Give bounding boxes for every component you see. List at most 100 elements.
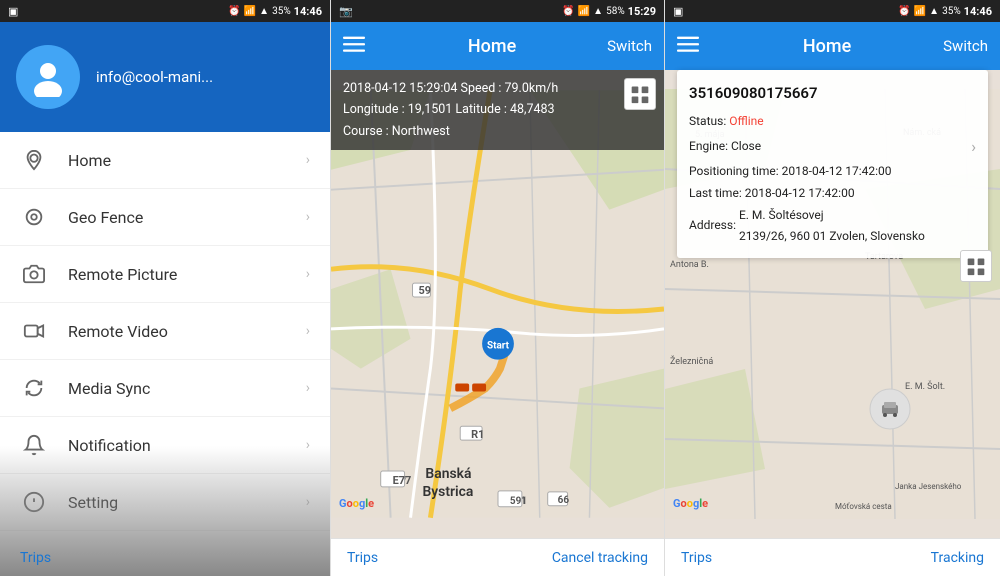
sidebar-item-setting[interactable]: Setting › (0, 474, 330, 531)
device-id: 351609080175667 (689, 80, 976, 107)
navigation-panel: ▣ ⏰ 📶 ▲ 35% 14:46 info@cool-mani... (0, 0, 330, 576)
trips-link-panel2[interactable]: Trips (347, 550, 378, 566)
chevron-right-icon4: › (306, 323, 310, 339)
bell-icon (20, 431, 48, 459)
geo-fence-icon (20, 203, 48, 231)
header-title-panel3: Home (711, 36, 943, 57)
sidebar-item-geo-fence-label: Geo Fence (68, 208, 306, 227)
svg-text:59: 59 (418, 284, 431, 297)
wifi-icon: 📶 (244, 6, 256, 17)
android-icon3: ▣ (673, 5, 683, 18)
svg-text:66: 66 (558, 495, 570, 506)
address-label: Address: (689, 215, 736, 237)
chevron-right-icon6: › (306, 437, 310, 453)
sidebar-item-remote-picture[interactable]: Remote Picture › (0, 246, 330, 303)
tracking-button[interactable]: Tracking (931, 550, 984, 566)
positioning-time-value: 2018-04-12 17:42:00 (782, 161, 892, 183)
map-panel-1: 📷 ⏰ 📶 ▲ 58% 15:29 Home Switch 2018-04-12… (330, 0, 665, 576)
map-layer-button[interactable] (624, 78, 656, 110)
sidebar-item-remote-video[interactable]: Remote Video › (0, 303, 330, 360)
svg-text:E. M. Šolt.: E. M. Šolt. (905, 380, 945, 392)
device-info-card: 351609080175667 Status: Offline Engine: … (677, 70, 988, 258)
switch-button-panel3[interactable]: Switch (943, 37, 988, 55)
battery3: 35% (942, 6, 961, 17)
alarm-icon3: ⏰ (898, 6, 910, 17)
profile-email: info@cool-mani... (96, 68, 213, 86)
sidebar-item-geo-fence[interactable]: Geo Fence › (0, 189, 330, 246)
trips-link-panel3[interactable]: Trips (681, 550, 712, 566)
map-layer-button-panel3[interactable] (960, 250, 992, 282)
battery2: 58% (606, 6, 625, 17)
profile-area: info@cool-mani... (0, 22, 330, 132)
location-icon (20, 146, 48, 174)
sb3-icons: ⏰ 📶 ▲ 35% 14:46 (898, 5, 992, 18)
address-value: E. M. Šoltésovej 2139/26, 960 01 Zvolen,… (739, 205, 925, 248)
status-value: Offline (729, 111, 763, 133)
camera-icon (20, 260, 48, 288)
switch-button-panel2[interactable]: Switch (607, 37, 652, 55)
header-title-panel2: Home (377, 36, 607, 57)
sidebar-item-media-sync-label: Media Sync (68, 379, 306, 398)
sync-icon (20, 374, 48, 402)
google-watermark-panel2: Google (339, 497, 374, 510)
chevron-right-icon2: › (306, 209, 310, 225)
chevron-right-icon7: › (306, 494, 310, 510)
sb2-left: 📷 (339, 5, 353, 18)
sidebar-item-remote-picture-label: Remote Picture (68, 265, 306, 284)
battery-text: 35% (272, 6, 291, 17)
svg-text:Start: Start (487, 341, 510, 352)
sidebar-item-setting-label: Setting (68, 493, 306, 512)
chevron-right-icon: › (306, 152, 310, 168)
info-circle-icon (20, 488, 48, 516)
app-header-panel3: Home Switch (665, 22, 1000, 70)
sidebar-item-notification[interactable]: Notification › (0, 417, 330, 474)
sidebar-item-media-sync[interactable]: Media Sync › (0, 360, 330, 417)
status-bar-left: ▣ (8, 5, 18, 18)
time-panel3: 14:46 (964, 5, 992, 18)
sb2-icons: ⏰ 📶 ▲ 58% 15:29 (562, 5, 656, 18)
signal-icon3: ▲ (929, 6, 939, 17)
last-time-value: 2018-04-12 17:42:00 (745, 183, 855, 205)
positioning-time-label: Positioning time: (689, 161, 779, 183)
wifi-icon2: 📶 (578, 6, 590, 17)
svg-text:Antona B.: Antona B. (670, 260, 709, 270)
chevron-right-icon3: › (306, 266, 310, 282)
last-time-label: Last time: (689, 183, 742, 205)
svg-text:E77: E77 (393, 474, 412, 487)
cancel-tracking-button[interactable]: Cancel tracking (552, 550, 648, 566)
menu-icon-panel2[interactable] (343, 33, 365, 59)
user-icon (28, 57, 68, 97)
status-row: Status: Offline (689, 111, 976, 133)
map-panel-3: ▣ ⏰ 📶 ▲ 35% 14:46 Home Switch 3516090801… (665, 0, 1000, 576)
signal-icon2: ▲ (593, 6, 603, 17)
alarm-icon: ⏰ (228, 6, 240, 17)
trip-info-line3: Course : Northwest (343, 121, 652, 142)
android-icon: ▣ (8, 5, 18, 18)
wifi-icon3: 📶 (914, 6, 926, 17)
status-label: Status: (689, 111, 726, 133)
status-icons: ⏰ 📶 ▲ 35% 14:46 (228, 5, 322, 18)
engine-row[interactable]: Engine: Close › (689, 133, 976, 162)
trip-info-line2: Longitude : 19,1501 Latitude : 48,7483 (343, 99, 652, 120)
avatar (16, 45, 80, 109)
app-header-panel2: Home Switch (331, 22, 664, 70)
engine-chevron-icon: › (971, 133, 976, 162)
map-footer-panel2: Trips Cancel tracking (331, 538, 664, 576)
svg-text:Bystrica: Bystrica (422, 484, 473, 500)
sidebar-item-remote-video-label: Remote Video (68, 322, 306, 341)
svg-text:Banská: Banská (425, 466, 471, 482)
status-bar-panel3: ▣ ⏰ 📶 ▲ 35% 14:46 (665, 0, 1000, 22)
sidebar-item-home[interactable]: Home › (0, 132, 330, 189)
menu-icon-panel3[interactable] (677, 33, 699, 59)
svg-text:Železničná: Železničná (670, 355, 713, 367)
alarm-icon2: ⏰ (562, 6, 574, 17)
time-display: 14:46 (294, 5, 322, 18)
engine-label: Engine: Close (689, 136, 761, 158)
trip-info-overlay: 2018-04-12 15:29:04 Speed : 79.0km/h Lon… (331, 70, 664, 150)
trips-link-panel1[interactable]: Trips (20, 550, 51, 566)
time-panel2: 15:29 (628, 5, 656, 18)
trip-info-line1: 2018-04-12 15:29:04 Speed : 79.0km/h (343, 78, 652, 99)
chevron-right-icon5: › (306, 380, 310, 396)
positioning-time-row: Positioning time: 2018-04-12 17:42:00 (689, 161, 976, 183)
sidebar-item-notification-label: Notification (68, 436, 306, 455)
